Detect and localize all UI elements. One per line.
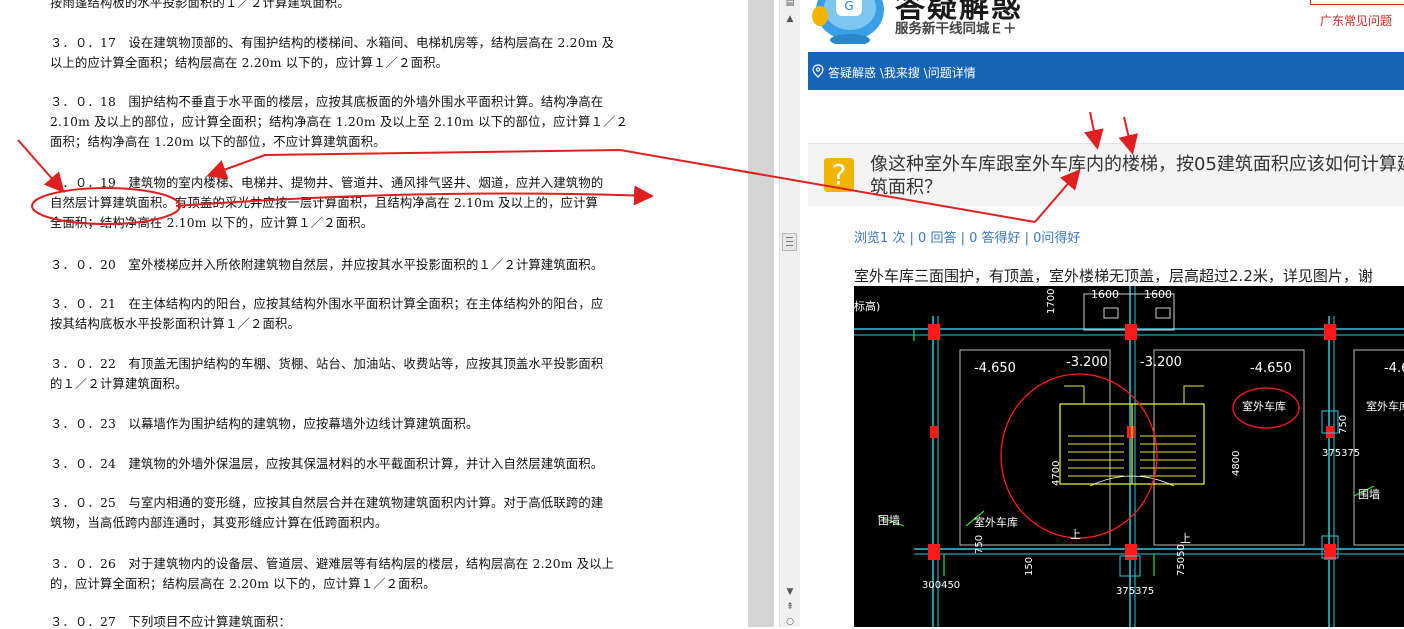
scrollbar-thumb[interactable] [782, 233, 797, 251]
cad-label-dim-4800: 4800 [1231, 451, 1242, 476]
cad-label-dim-750: 750 [974, 535, 985, 554]
cad-label-dim1: 1600 [1091, 288, 1119, 301]
doc-paragraph-3-0-22: ３．０．22 有顶盖无围护结构的车棚、货棚、站台、加油站、收费站等，应按其顶盖水… [50, 357, 604, 391]
mascot-logo-icon: G [812, 0, 884, 44]
cad-label-dim-150: 150 [1024, 557, 1035, 576]
cad-label-dim-75050: 75050 [1176, 544, 1187, 576]
scroll-down-arrow-icon[interactable]: ▼ [783, 585, 797, 599]
web-page: G 答疑解惑 服务新干线同城Ｅ＋ 广东常见问题 答疑解惑 \我来搜 \问题详情 … [800, 0, 1404, 627]
doc-paragraph-3-0-18: ３．０．18 围护结构不垂直于水平面的楼层，应按其底板面的外墙外围水平面积计算。… [50, 95, 629, 149]
brand-subtitle: 服务新干线同城Ｅ＋ [895, 21, 1017, 37]
doc-paragraph-3-0-19: ３．０．19 建筑物的室内楼梯、电梯井、提物井、管道井、通风排气竖井、烟道，应并… [50, 176, 604, 230]
cad-label-elev1: -4.650 [974, 361, 1016, 376]
doc-paragraph-3-0-21: ３．０．21 在主体结构内的阳台，应按其结构外围水平面积计算全面积；在主体结构外… [50, 297, 604, 331]
cad-label-garage2: 室外车库 [1242, 399, 1286, 413]
location-pin-icon [812, 64, 824, 78]
cad-label-garage3: 室外车库 [1366, 399, 1404, 413]
cad-label-dim-4700: 4700 [1051, 461, 1062, 486]
question-mark-icon: ? [824, 158, 854, 192]
question-header: ? 像这种室外车库跟室外车库内的楼梯，按05建筑面积应该如何计算建筑面积？ [808, 143, 1404, 206]
svg-text:G: G [844, 0, 853, 13]
doc-paragraph-3-0-24: ３．０．24 建筑物的外墙外保温层，应按其保温材料的水平截面积计算，并计入自然层… [50, 457, 604, 471]
cad-label-elev4: -4.650 [1250, 361, 1292, 376]
cad-label-up1: 上 [1070, 528, 1081, 541]
breadcrumb[interactable]: 答疑解惑 \我来搜 \问题详情 [828, 64, 976, 81]
scroll-up-arrow-icon[interactable]: ▲ [783, 12, 797, 26]
cad-label-dim-v1: 1700 [1046, 289, 1057, 314]
cad-label-dim-375: 375375 [1322, 448, 1360, 459]
cad-label-up2: 上 [1180, 532, 1191, 545]
cad-label-elev2: -3.200 [1066, 355, 1108, 370]
breadcrumb-bar: 答疑解惑 \我来搜 \问题详情 [808, 52, 1404, 90]
search-box-partial[interactable] [1310, 0, 1404, 5]
cad-label-garage1: 室外车库 [974, 515, 1018, 529]
previous-page-icon[interactable]: ⇞ [783, 600, 797, 614]
doc-paragraph-3-0-25: ３．０．25 与室内相通的变形缝，应按其自然层合并在建筑物建筑面积内计算。对于高… [50, 496, 604, 530]
doc-paragraph-3-0-27: ３．０．27 下列项目不应计算建筑面积： [50, 615, 291, 627]
cad-drawing-image[interactable]: 标高) 1600 1600 -4.650 -3.200 -3.200 -4.65… [854, 286, 1404, 627]
scroll-split-icon[interactable]: ▤ [783, 0, 797, 10]
window-gutter [748, 0, 774, 627]
cad-label-elev5: -4.6 [1384, 361, 1404, 376]
doc-paragraph-3-0-26: ３．０．26 对于建筑物内的设备层、管道层、避难层等有结构层的楼层，结构层高在 … [50, 557, 615, 591]
cad-label-dim-750b: 750 [1338, 415, 1349, 434]
doc-paragraph-3-0-20: ３．０．20 室外楼梯应并入所依附建筑物自然层，并应按其水平投影面积的１／２计算… [50, 258, 604, 272]
doc-paragraph-3-0-23: ３．０．23 以幕墙作为围护结构的建筑物，应按幕墙外边线计算建筑面积。 [50, 417, 479, 431]
cad-label-dim-375b: 375375 [1116, 586, 1154, 597]
question-title: 像这种室外车库跟室外车库内的楼梯，按05建筑面积应该如何计算建筑面积？ [870, 154, 1404, 198]
cad-label-elev3: -3.200 [1140, 355, 1182, 370]
cad-label-left-note: 标高) [854, 299, 880, 313]
faq-link[interactable]: 广东常见问题 [1320, 12, 1392, 29]
question-description: 室外车库三面围护，有顶盖，室外楼梯无顶盖，层高超过2.2米，详见图片，谢 [854, 267, 1373, 285]
document-page: 按雨篷结构板的水平投影面积的１／２计算建筑面积。 ３．０．17 设在建筑物顶部的… [0, 0, 748, 627]
vertical-scrollbar[interactable]: ▤ ▲ ▼ ⇞ ○ [779, 0, 801, 627]
cad-label-dim-300: 300450 [922, 580, 960, 591]
cad-label-wall1: 围墙 [878, 513, 900, 527]
cad-label-dim2: 1600 [1144, 288, 1172, 301]
question-stats[interactable]: 浏览1 次 | 0 回答 | 0 答得好 | 0问得好 [854, 227, 1080, 246]
doc-top-partial-line: 按雨篷结构板的水平投影面积的１／２计算建筑面积。 [50, 0, 350, 10]
doc-paragraph-3-0-17: ３．０．17 设在建筑物顶部的、有围护结构的楼梯间、水箱间、电梯机房等，结构层高… [50, 36, 615, 70]
cad-label-wall2: 围墙 [1358, 487, 1380, 501]
